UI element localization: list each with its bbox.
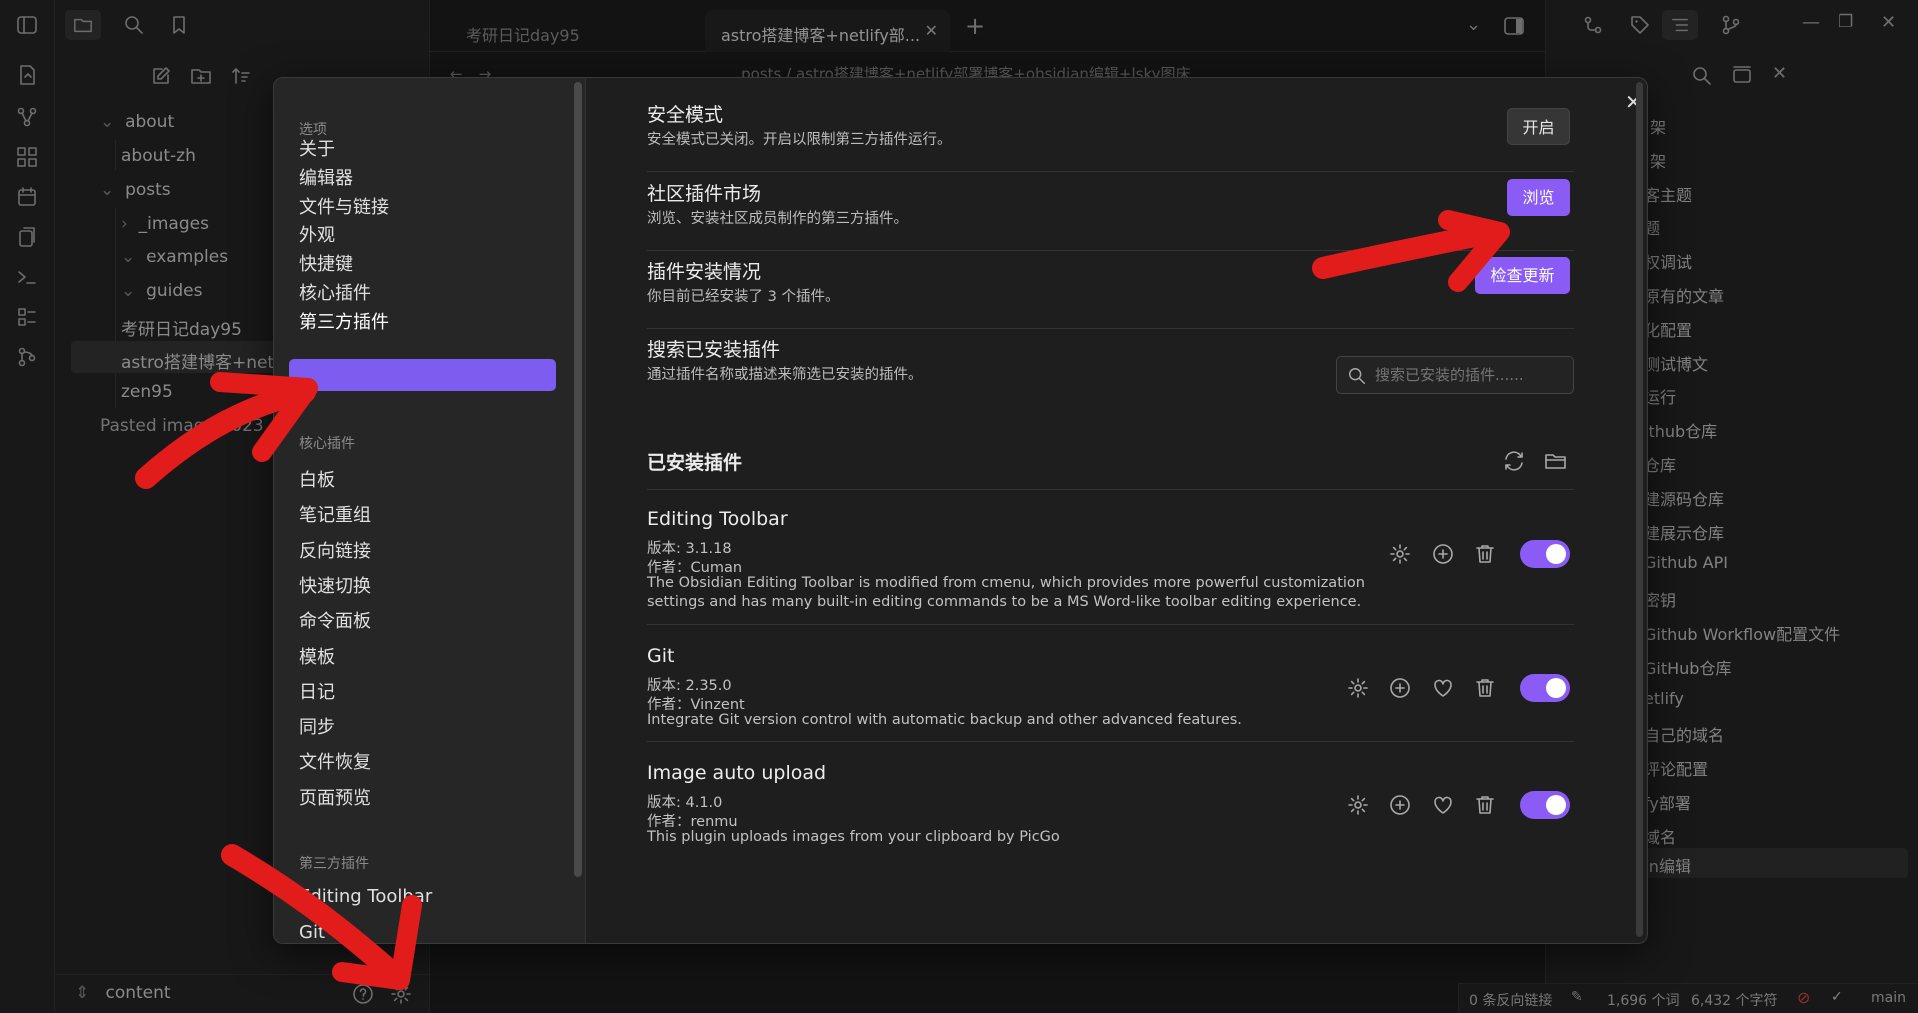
core-plugin-nav-item[interactable]: 页面预览 <box>299 784 371 810</box>
reload-plugins-icon[interactable] <box>1502 449 1526 473</box>
plugin-settings-icon[interactable] <box>1346 676 1370 700</box>
plugin-settings-icon[interactable] <box>1346 793 1370 817</box>
uninstall-trash-icon[interactable] <box>1473 793 1497 817</box>
community-plugins-header: 第三方插件 <box>299 856 369 872</box>
safe-mode-enable-button[interactable]: 开启 <box>1507 108 1570 145</box>
setting-install-status: 插件安装情况 你目前已经安装了 3 个插件。 检查更新 <box>647 257 1574 329</box>
setting-name: 插件安装情况 <box>647 261 762 283</box>
plugin-version: 版本: 2.35.0 <box>647 678 732 694</box>
open-plugins-folder-icon[interactable] <box>1544 449 1568 473</box>
installed-plugins-heading: 已安装插件 <box>647 452 743 474</box>
plugin-version: 版本: 4.1.0 <box>647 795 723 811</box>
settings-nav-item[interactable]: 第三方插件 <box>299 308 389 334</box>
uninstall-trash-icon[interactable] <box>1473 676 1497 700</box>
plugin-name: Git <box>647 645 675 667</box>
setting-name: 社区插件市场 <box>647 183 762 205</box>
plugin-search-input[interactable] <box>1375 363 1565 387</box>
core-plugin-nav-item[interactable]: 日记 <box>299 678 335 704</box>
setting-name: 安全模式 <box>647 104 724 126</box>
setting-safe-mode: 安全模式 安全模式已关闭。开启以限制第三方插件运行。 开启 <box>647 100 1574 172</box>
content-scrollbar[interactable] <box>1636 82 1643 937</box>
setting-desc: 通过插件名称或描述来筛选已安装的插件。 <box>647 367 923 383</box>
plugin-enable-toggle[interactable] <box>1520 674 1570 702</box>
setting-desc: 安全模式已关闭。开启以限制第三方插件运行。 <box>647 132 952 148</box>
uninstall-trash-icon[interactable] <box>1473 542 1497 566</box>
plugin-hotkeys-icon[interactable] <box>1431 542 1455 566</box>
settings-nav-active-highlight <box>289 359 556 391</box>
plugin-desc-2: settings and has many built-in editing c… <box>647 594 1362 610</box>
settings-nav-item[interactable]: 编辑器 <box>299 164 353 190</box>
plugin-desc: This plugin uploads images from your cli… <box>647 829 1060 845</box>
donate-heart-icon[interactable] <box>1431 793 1455 817</box>
plugin-enable-toggle[interactable] <box>1520 791 1570 819</box>
plugin-image-auto-upload: Image auto upload 版本: 4.1.0 作者：renmu Thi… <box>647 762 1574 845</box>
plugin-name: Image auto upload <box>647 762 827 784</box>
core-plugins-header: 核心插件 <box>299 436 355 452</box>
core-plugin-nav-item[interactable]: 模板 <box>299 643 335 669</box>
core-plugin-nav-item[interactable]: 笔记重组 <box>299 501 371 527</box>
core-plugin-nav-item[interactable]: 反向链接 <box>299 537 371 563</box>
core-plugin-nav-item[interactable]: 同步 <box>299 713 335 739</box>
core-plugin-nav-item[interactable]: 快速切换 <box>299 572 371 598</box>
plugin-author: 作者：Vinzent <box>647 697 745 713</box>
browse-button[interactable]: 浏览 <box>1507 179 1570 216</box>
sidebar-scrollbar[interactable] <box>574 82 582 877</box>
plugin-search-field[interactable] <box>1336 356 1574 394</box>
plugin-desc: Integrate Git version control with autom… <box>647 712 1242 728</box>
settings-nav-item[interactable]: 快捷键 <box>299 250 353 276</box>
core-plugin-nav-item[interactable]: 命令面板 <box>299 607 371 633</box>
settings-nav-item[interactable]: 核心插件 <box>299 279 371 305</box>
search-icon <box>1349 368 1365 384</box>
plugin-settings-icon[interactable] <box>1388 542 1412 566</box>
plugin-git: Git 版本: 2.35.0 作者：Vinzent Integrate Git … <box>647 645 1574 742</box>
settings-sidebar: 选项 关于 编辑器 文件与链接 外观 快捷键 核心插件 第三方插件 核心插件 白板 笔记重组反… <box>274 78 586 943</box>
plugin-editing-toolbar: Editing Toolbar 版本: 3.1.18 作者：Cuman The … <box>647 508 1574 625</box>
core-plugin-nav-item[interactable]: 文件恢复 <box>299 748 371 774</box>
donate-heart-icon[interactable] <box>1431 676 1455 700</box>
setting-desc: 你目前已经安装了 3 个插件。 <box>647 289 840 305</box>
plugin-author: 作者：renmu <box>647 814 738 830</box>
setting-community-market: 社区插件市场 浏览、安装社区成员制作的第三方插件。 浏览 <box>647 179 1574 251</box>
settings-nav-item[interactable]: 关于 <box>299 135 335 161</box>
settings-nav-item[interactable]: 文件与链接 <box>299 193 389 219</box>
check-updates-button[interactable]: 检查更新 <box>1475 257 1570 294</box>
plugin-desc: The Obsidian Editing Toolbar is modified… <box>647 575 1365 591</box>
plugin-hotkeys-icon[interactable] <box>1388 793 1412 817</box>
setting-name: 搜索已安装插件 <box>647 339 781 361</box>
plugin-name: Editing Toolbar <box>647 508 788 530</box>
settings-modal: 选项 关于 编辑器 文件与链接 外观 快捷键 核心插件 第三方插件 核心插件 白板 笔记重组反… <box>273 77 1648 944</box>
plugin-enable-toggle[interactable] <box>1520 540 1570 568</box>
plugin-author: 作者：Cuman <box>647 560 743 576</box>
settings-nav-item[interactable]: 外观 <box>299 221 335 247</box>
community-plugin-nav-item[interactable]: Git <box>299 922 325 943</box>
plugin-hotkeys-icon[interactable] <box>1388 676 1412 700</box>
community-plugin-nav-item[interactable]: Editing Toolbar <box>299 886 432 907</box>
plugin-version: 版本: 3.1.18 <box>647 541 732 557</box>
core-plugin-nav-item[interactable]: 白板 <box>299 466 335 492</box>
setting-desc: 浏览、安装社区成员制作的第三方插件。 <box>647 211 908 227</box>
